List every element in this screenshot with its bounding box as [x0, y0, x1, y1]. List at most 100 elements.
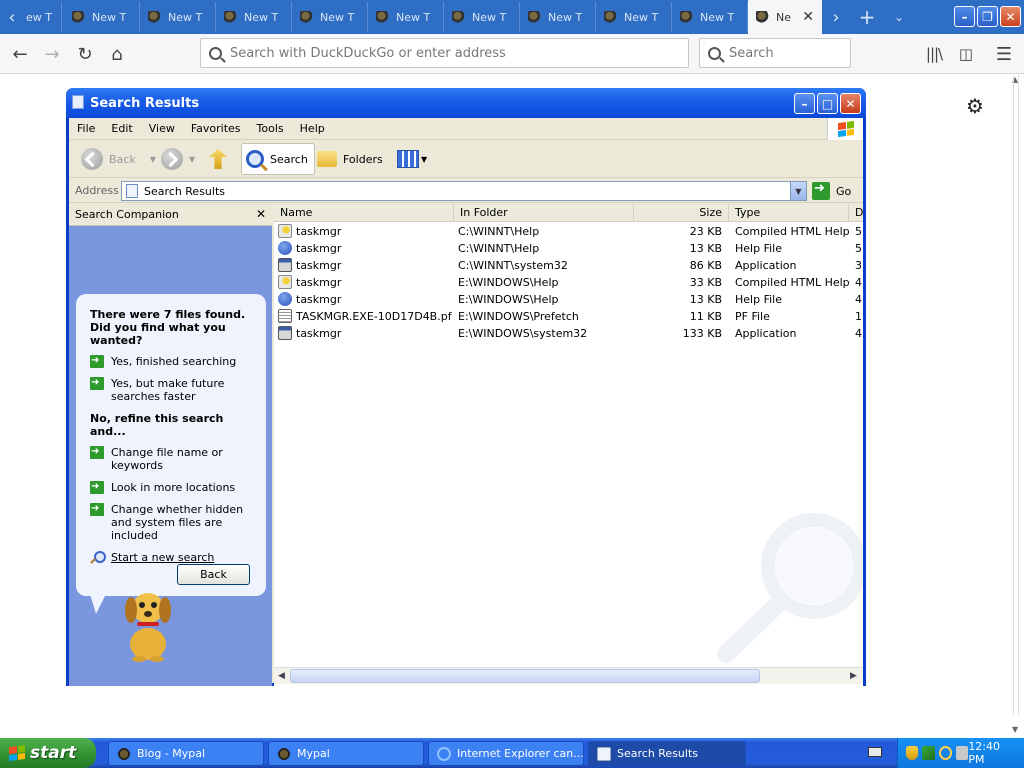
close-icon[interactable]: ✕: [1000, 6, 1021, 27]
restore-icon[interactable]: ❐: [977, 6, 998, 27]
tab-list-chevron-down-icon[interactable]: ⌄: [888, 4, 910, 30]
forward-dropdown-icon[interactable]: ▼: [189, 155, 195, 164]
tab-close-icon[interactable]: ✕: [802, 9, 814, 25]
back-button[interactable]: Back ▼: [81, 143, 156, 175]
menu-tools[interactable]: Tools: [249, 122, 292, 135]
column-header-date[interactable]: D: [849, 204, 863, 222]
volume-icon[interactable]: [955, 746, 969, 760]
start-new-search-link[interactable]: Start a new search: [90, 551, 256, 565]
browser-tab-active[interactable]: Ne ✕: [748, 0, 822, 34]
file-type: Compiled HTML Help...: [735, 225, 849, 238]
up-folder-button[interactable]: [209, 143, 227, 175]
browser-tab[interactable]: New T: [140, 2, 216, 32]
address-field[interactable]: Search Results ▼: [121, 181, 807, 201]
folders-button[interactable]: Folders: [317, 143, 383, 175]
tab-favicon-icon: [300, 11, 314, 23]
tab-favicon-icon: [680, 11, 694, 23]
browser-tab[interactable]: New T: [520, 2, 596, 32]
option-change-file-name[interactable]: Change file name or keywords: [90, 445, 256, 472]
page-scrollbar[interactable]: ▲ ▼: [1008, 75, 1024, 738]
security-shield-icon[interactable]: [906, 746, 919, 760]
network-icon[interactable]: [922, 746, 935, 760]
views-dropdown-icon[interactable]: ▼: [421, 155, 427, 164]
taskbar-item-mypal[interactable]: Mypal: [268, 741, 424, 766]
keyboard-icon[interactable]: [868, 747, 882, 757]
scroll-left-icon[interactable]: ◀: [274, 669, 289, 683]
go-button[interactable]: Go: [812, 181, 851, 201]
option-faster-searches[interactable]: Yes, but make future searches faster: [90, 376, 256, 403]
help-file-icon: [278, 241, 292, 255]
reload-icon[interactable]: ↻: [73, 42, 97, 66]
tab-scroll-left-icon[interactable]: ‹: [2, 4, 22, 30]
option-more-locations[interactable]: Look in more locations: [90, 480, 256, 494]
taskbar-item-internet-explorer[interactable]: Internet Explorer can...: [428, 741, 584, 766]
option-label: Yes, finished searching: [111, 355, 237, 368]
menu-favorites[interactable]: Favorites: [183, 122, 249, 135]
column-header-size[interactable]: Size: [634, 204, 729, 222]
taskbar-item-blog-mypal[interactable]: Blog - Mypal: [108, 741, 264, 766]
menu-view[interactable]: View: [141, 122, 183, 135]
taskbar-item-search-results[interactable]: Search Results: [588, 741, 746, 766]
new-tab-icon[interactable]: +: [856, 4, 878, 30]
sidebar-icon[interactable]: ◫: [954, 42, 978, 66]
forward-button[interactable]: ▼: [161, 143, 195, 175]
table-row[interactable]: taskmgr E:\WINDOWS\Help 33 KB Compiled H…: [274, 274, 863, 291]
window-title-bar[interactable]: Search Results – □ ✕: [66, 88, 866, 118]
scrollbar-thumb[interactable]: [1013, 75, 1019, 715]
forward-arrow-icon[interactable]: →: [40, 42, 64, 66]
file-size: 11 KB: [689, 310, 722, 323]
browser-tab[interactable]: New T: [596, 2, 672, 32]
horizontal-scrollbar[interactable]: ◀ ▶: [274, 667, 863, 684]
gear-icon[interactable]: ⚙: [966, 94, 984, 118]
browser-tab[interactable]: New T: [444, 2, 520, 32]
taskbar-item-label: Blog - Mypal: [137, 747, 206, 760]
table-row[interactable]: TASKMGR.EXE-10D17D4B.pf E:\WINDOWS\Prefe…: [274, 308, 863, 325]
menu-file[interactable]: File: [69, 122, 103, 135]
browser-tab[interactable]: New T: [368, 2, 444, 32]
green-arrow-icon: [90, 376, 104, 390]
scroll-down-icon[interactable]: ▼: [1012, 725, 1018, 734]
refine-heading: No, refine this search and...: [90, 412, 224, 438]
column-header-in-folder[interactable]: In Folder: [454, 204, 634, 222]
option-finished-searching[interactable]: Yes, finished searching: [90, 354, 256, 368]
table-row[interactable]: taskmgr C:\WINNT\system32 86 KB Applicat…: [274, 257, 863, 274]
table-row[interactable]: taskmgr C:\WINNT\Help 23 KB Compiled HTM…: [274, 223, 863, 240]
library-icon[interactable]: |||\: [922, 42, 946, 66]
close-icon[interactable]: ✕: [256, 207, 266, 221]
browser-tab[interactable]: New T: [216, 2, 292, 32]
window-close-icon[interactable]: ✕: [840, 93, 861, 114]
home-icon[interactable]: ⌂: [105, 42, 129, 66]
search-companion-header: Search Companion ✕: [69, 204, 272, 226]
column-header-type[interactable]: Type: [729, 204, 849, 222]
back-button[interactable]: Back: [177, 564, 250, 585]
url-input[interactable]: [230, 45, 638, 61]
table-row[interactable]: taskmgr E:\WINDOWS\system32 133 KB Appli…: [274, 325, 863, 342]
browser-tab[interactable]: New T: [672, 2, 748, 32]
window-maximize-icon[interactable]: □: [817, 93, 838, 114]
browser-tab[interactable]: ew T: [22, 2, 62, 32]
search-input[interactable]: [729, 45, 850, 61]
menu-edit[interactable]: Edit: [103, 122, 140, 135]
views-button[interactable]: ▼: [397, 143, 427, 175]
browser-nav-bar: ← → ↻ ⌂ |||\ ◫ ☰: [0, 34, 1024, 74]
menu-help[interactable]: Help: [292, 122, 333, 135]
address-dropdown-icon[interactable]: ▼: [790, 182, 806, 200]
window-minimize-icon[interactable]: –: [794, 93, 815, 114]
table-row[interactable]: taskmgr E:\WINDOWS\Help 13 KB Help File …: [274, 291, 863, 308]
tab-scroll-right-icon[interactable]: ›: [826, 4, 846, 30]
table-row[interactable]: taskmgr C:\WINNT\Help 13 KB Help File 5: [274, 240, 863, 257]
search-button[interactable]: Search: [241, 143, 315, 175]
back-dropdown-icon[interactable]: ▼: [150, 155, 156, 164]
menu-hamburger-icon[interactable]: ☰: [992, 42, 1016, 66]
start-button[interactable]: start: [0, 738, 96, 768]
scroll-right-icon[interactable]: ▶: [846, 669, 861, 683]
minimize-icon[interactable]: –: [954, 6, 975, 27]
browser-tab[interactable]: New T: [292, 2, 368, 32]
column-header-name[interactable]: Name: [274, 204, 454, 222]
option-hidden-system-files[interactable]: Change whether hidden and system files a…: [90, 502, 256, 542]
file-date: 1: [855, 310, 862, 323]
back-arrow-icon[interactable]: ←: [8, 42, 32, 66]
search-icon[interactable]: [938, 746, 952, 760]
browser-tab[interactable]: New T: [64, 2, 140, 32]
scrollbar-thumb[interactable]: [290, 669, 760, 683]
